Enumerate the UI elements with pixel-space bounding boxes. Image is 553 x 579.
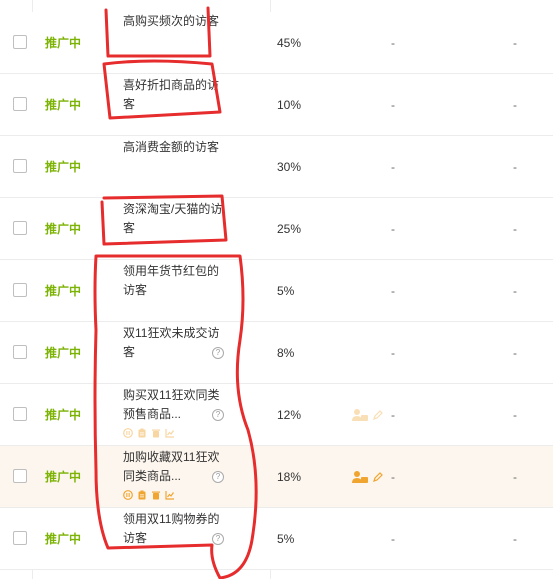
help-icon[interactable]: ? xyxy=(212,347,224,359)
edit-pencil-icon[interactable] xyxy=(373,472,383,482)
column-value: - xyxy=(391,345,395,360)
row-checkbox[interactable] xyxy=(13,469,27,483)
row-checkbox[interactable] xyxy=(13,159,27,173)
row-tools xyxy=(123,427,175,438)
row-checkbox[interactable] xyxy=(13,283,27,297)
crowd-name: 高消费金额的访客 xyxy=(123,140,220,154)
clipboard-icon[interactable] xyxy=(137,489,147,500)
help-icon[interactable]: ? xyxy=(212,471,224,483)
row-checkbox[interactable] xyxy=(13,97,27,111)
status-label: 推广中 xyxy=(45,470,82,484)
help-icon[interactable]: ? xyxy=(212,409,224,421)
clipboard-icon[interactable] xyxy=(137,427,147,438)
user-price-icon[interactable] xyxy=(351,470,369,484)
column-value: - xyxy=(513,469,517,484)
column-value: - xyxy=(513,221,517,236)
ratio-value: 25% xyxy=(277,221,302,236)
table-row: 推广中 购买双11狂欢同类预售商品... ? 12% - - xyxy=(0,384,553,446)
row-checkbox[interactable] xyxy=(13,221,27,235)
column-value: - xyxy=(391,159,395,174)
crowd-name: 领用年货节红包的访客 xyxy=(123,264,220,297)
table-row: 推广中 领用年货节红包的访客 5% - - xyxy=(0,260,553,322)
table-row: 推广中 双11狂欢未成交访客 ? 8% - - xyxy=(0,322,553,384)
column-value: - xyxy=(391,531,395,546)
column-value: - xyxy=(391,469,395,484)
table-row: 推广中 高购买频次的访客 45% - - xyxy=(0,12,553,74)
status-label: 推广中 xyxy=(45,284,82,298)
status-label: 推广中 xyxy=(45,98,82,112)
chart-icon[interactable] xyxy=(165,489,175,500)
pause-icon[interactable] xyxy=(123,489,133,500)
status-label: 推广中 xyxy=(45,160,82,174)
row-tools xyxy=(123,489,175,500)
status-label: 推广中 xyxy=(45,408,82,422)
chart-icon[interactable] xyxy=(165,427,175,438)
column-value: - xyxy=(513,97,517,112)
edit-pencil-icon[interactable] xyxy=(373,410,383,420)
ratio-value: 30% xyxy=(277,159,302,174)
crowd-name: 领用双11购物券的访客 xyxy=(123,512,220,545)
ratio-value: 5% xyxy=(277,531,295,546)
ratio-value: 5% xyxy=(277,283,295,298)
status-label: 推广中 xyxy=(45,36,82,50)
ratio-value: 10% xyxy=(277,97,302,112)
table-row: 推广中 加购收藏双11狂欢同类商品... ? 18% - - xyxy=(0,446,553,508)
help-icon[interactable]: ? xyxy=(212,533,224,545)
user-price-icon[interactable] xyxy=(351,408,369,422)
row-checkbox[interactable] xyxy=(13,407,27,421)
trash-icon[interactable] xyxy=(151,427,161,438)
edit-tools xyxy=(351,408,383,422)
column-value: - xyxy=(391,283,395,298)
column-value: - xyxy=(391,35,395,50)
column-value: - xyxy=(391,221,395,236)
crowd-name: 高购买频次的访客 xyxy=(123,14,220,28)
crowd-name: 资深淘宝/天猫的访客 xyxy=(123,202,223,235)
column-value: - xyxy=(513,35,517,50)
ratio-value: 8% xyxy=(277,345,295,360)
column-value: - xyxy=(513,283,517,298)
crowd-name: 双11狂欢未成交访客 xyxy=(123,326,220,359)
column-value: - xyxy=(513,159,517,174)
trash-icon[interactable] xyxy=(151,489,161,500)
status-label: 推广中 xyxy=(45,532,82,546)
column-value: - xyxy=(391,407,395,422)
column-value: - xyxy=(513,345,517,360)
crowd-table: 推广中 高购买频次的访客 45% - - 推广中 喜好折扣商品的访客 10% -… xyxy=(0,0,553,579)
row-checkbox[interactable] xyxy=(13,531,27,545)
ratio-value: 12% xyxy=(277,407,302,422)
status-label: 推广中 xyxy=(45,346,82,360)
crowd-name: 加购收藏双11狂欢同类商品... xyxy=(123,450,220,483)
column-value: - xyxy=(513,531,517,546)
table-row: 推广中 领用双11购物券的访客 ? 5% - - xyxy=(0,508,553,570)
column-value: - xyxy=(513,407,517,422)
pause-icon[interactable] xyxy=(123,427,133,438)
status-label: 推广中 xyxy=(45,222,82,236)
row-checkbox[interactable] xyxy=(13,35,27,49)
column-value: - xyxy=(391,97,395,112)
crowd-name: 喜好折扣商品的访客 xyxy=(123,78,220,111)
crowd-name: 购买双11狂欢同类预售商品... xyxy=(123,388,220,421)
table-row: 推广中 资深淘宝/天猫的访客 25% - - xyxy=(0,198,553,260)
edit-tools xyxy=(351,470,383,484)
table-row: 推广中 喜好折扣商品的访客 10% - - xyxy=(0,74,553,136)
ratio-value: 18% xyxy=(277,469,302,484)
table-row: 推广中 高消费金额的访客 30% - - xyxy=(0,136,553,198)
row-checkbox[interactable] xyxy=(13,345,27,359)
ratio-value: 45% xyxy=(277,35,302,50)
